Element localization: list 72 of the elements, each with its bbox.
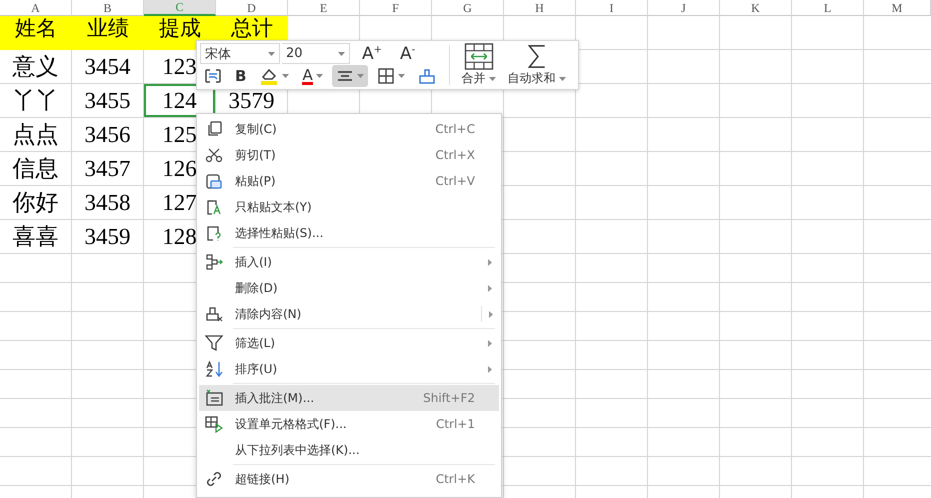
column-header[interactable]: E <box>288 0 360 16</box>
table-cell-text: 你好 <box>12 189 58 217</box>
fill-color-icon <box>259 66 280 86</box>
menu-item[interactable]: 粘贴(P) Ctrl+V <box>199 168 499 194</box>
eraser-icon <box>205 305 223 323</box>
table-cell: 124 <box>144 84 215 117</box>
column-header[interactable]: G <box>432 0 504 16</box>
menu-item[interactable]: 超链接(H) Ctrl+K <box>199 466 499 492</box>
table-cell-text: 喜喜 <box>12 223 58 251</box>
column-header[interactable]: F <box>360 0 432 16</box>
column-header[interactable]: L <box>792 0 864 16</box>
decrease-font-button[interactable]: A$^{-}$ <box>394 44 422 64</box>
menu-item[interactable]: 插入(I) <box>199 249 499 275</box>
column-header[interactable]: B <box>72 0 144 16</box>
table-cell: 126 <box>162 156 197 182</box>
menu-item[interactable]: 剪切(T) Ctrl+X <box>199 142 499 168</box>
autosum-button[interactable]: 自动求和 <box>502 43 572 87</box>
table-cell-text: 信息 <box>12 155 58 183</box>
column-header[interactable]: A <box>0 0 72 16</box>
table-cell: 125 <box>162 122 197 148</box>
table-cell: 3458 <box>84 190 130 216</box>
column-header[interactable]: K <box>720 0 792 16</box>
clipboard-icon <box>205 198 223 216</box>
table-cell: 123 <box>162 54 197 80</box>
menu-item[interactable]: 清除内容(N) <box>199 301 499 327</box>
borders-icon <box>376 67 395 85</box>
menu-item[interactable]: 设置单元格格式(F)... Ctrl+1 <box>199 411 499 437</box>
table-cell: 3459 <box>84 224 130 250</box>
align-center-button[interactable] <box>332 65 368 87</box>
table-cell-text: 意义 <box>12 53 58 81</box>
table-cell: 3455 <box>84 88 130 114</box>
font-size-dropdown[interactable]: 20 <box>282 43 350 64</box>
menu-item[interactable]: 从下拉列表中选择(K)... <box>199 437 499 463</box>
column-header[interactable]: D <box>216 0 288 16</box>
table-cell: 128 <box>162 224 197 250</box>
column-header[interactable]: M <box>864 0 931 16</box>
menu-item[interactable]: 排序(U) <box>199 356 499 382</box>
column-header[interactable]: J <box>648 0 720 16</box>
menu-item[interactable]: 删除(D) <box>199 275 499 301</box>
menu-item[interactable]: 筛选(L) <box>199 330 499 356</box>
bold-button[interactable]: B <box>231 65 250 87</box>
format-cells-icon <box>205 415 223 433</box>
wrap-text-icon <box>204 67 222 85</box>
menu-item[interactable]: 复制(C) Ctrl+C <box>199 116 499 142</box>
clipboard-icon <box>205 172 223 190</box>
sort-icon <box>205 360 223 378</box>
scissors-icon <box>205 146 223 164</box>
menu-item[interactable]: 只粘贴文本(Y) <box>199 194 499 220</box>
table-cell: 3454 <box>84 54 130 80</box>
menu-item[interactable]: 选择性粘贴(S)... <box>199 220 499 246</box>
comment-icon <box>205 389 223 407</box>
column-header[interactable]: H <box>504 0 576 16</box>
clipboard-icon <box>205 224 223 242</box>
table-cell-text: 丫丫 <box>12 87 58 115</box>
filter-icon <box>205 334 223 352</box>
table-cell: 3457 <box>84 156 130 182</box>
column-header[interactable]: I <box>576 0 648 16</box>
merge-cells-icon <box>464 43 494 70</box>
font-color-button[interactable]: A <box>298 65 327 87</box>
table-cell-text: 点点 <box>12 121 58 149</box>
table-cell: 3456 <box>84 122 130 148</box>
menu-item[interactable]: 插入批注(M)... Shift+F2 <box>199 385 499 411</box>
insert-cells-icon <box>205 253 223 271</box>
table-cell: 127 <box>162 190 197 216</box>
link-icon <box>205 470 223 488</box>
merge-button[interactable]: 合并 <box>456 43 502 87</box>
format-painter-icon <box>418 67 436 85</box>
caret-icon <box>338 52 345 56</box>
increase-font-button[interactable]: A$^{+}$ <box>356 44 388 64</box>
table-cell: 3579 <box>228 88 274 114</box>
header-cell: 姓名 <box>0 16 72 50</box>
header-cell: 业绩 <box>72 16 144 50</box>
